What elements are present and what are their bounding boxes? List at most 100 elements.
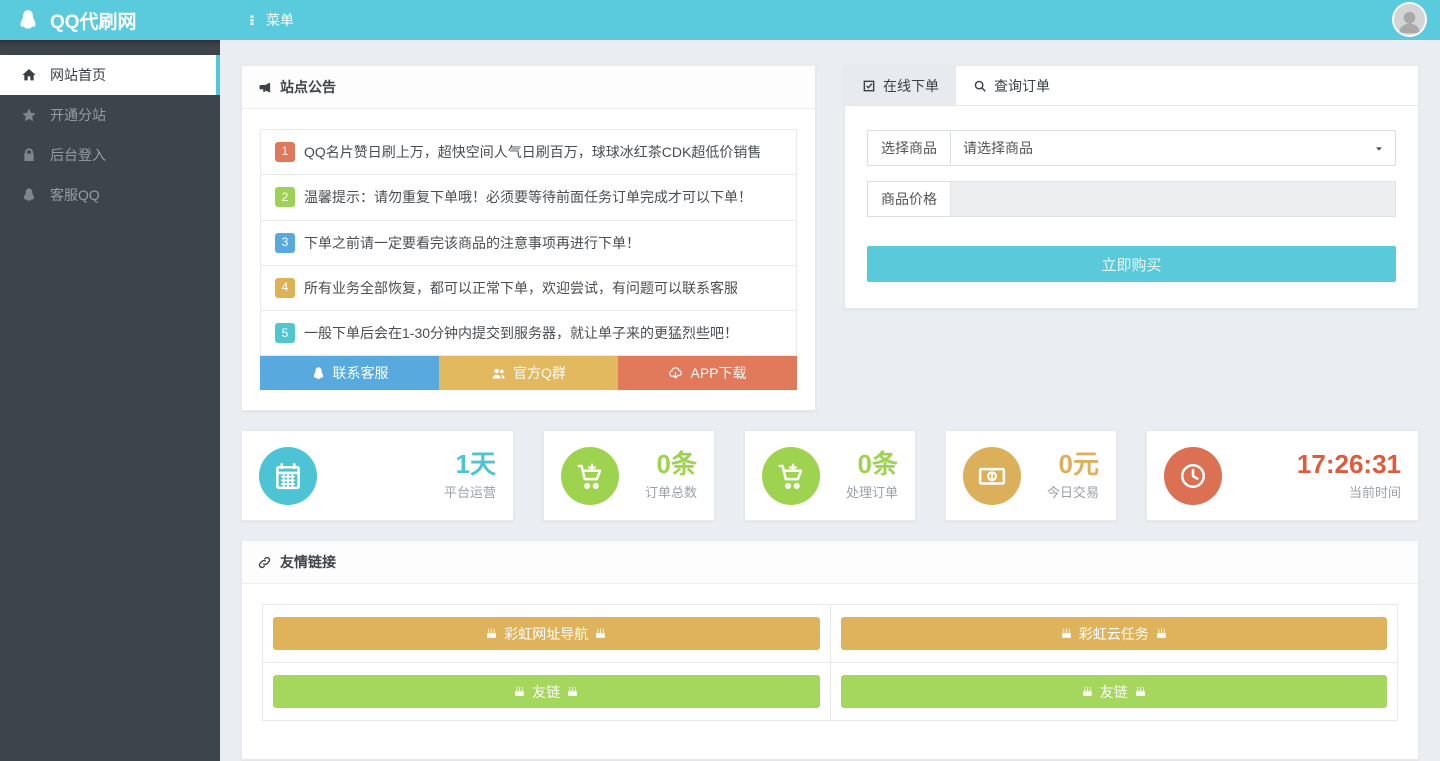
lock-icon: [21, 147, 37, 163]
stat-label: 订单总数: [645, 482, 697, 501]
stat-card-current-time: 17:26:31 当前时间: [1146, 430, 1419, 521]
announcement-buttons: 联系客服 官方Q群 APP下载: [260, 356, 797, 390]
announcement-item: 4 所有业务全部恢复，都可以正常下单，欢迎尝试，有问题可以联系客服: [261, 266, 796, 311]
price-label: 商品价格: [867, 181, 950, 217]
product-select-group: 选择商品 请选择商品: [867, 130, 1396, 166]
official-qq-group-button[interactable]: 官方Q群: [439, 356, 618, 390]
bullhorn-icon: [257, 80, 272, 95]
buy-now-button[interactable]: 立即购买: [867, 246, 1396, 282]
top-bar: QQ代刷网 菜单: [0, 0, 1440, 40]
announcement-item: 1 QQ名片赞日刷上万，超快空间人气日刷百万，球球冰红茶CDK超低价销售: [261, 130, 796, 175]
price-input: [950, 181, 1396, 217]
friend-links-header: 友情链接: [242, 541, 1418, 584]
stat-value: 0元: [1047, 451, 1099, 478]
home-icon: [21, 67, 37, 83]
stat-label: 平台运营: [444, 482, 496, 501]
brand-title: QQ代刷网: [50, 7, 137, 34]
announcement-text: 所有业务全部恢复，都可以正常下单，欢迎尝试，有问题可以联系客服: [304, 278, 738, 298]
announcement-item: 3 下单之前请一定要看完该商品的注意事项再进行下单！: [261, 221, 796, 266]
app-download-label: APP下载: [690, 363, 746, 383]
sidebar-item-service-qq[interactable]: 客服QQ: [0, 175, 220, 215]
stat-label: 今日交易: [1047, 482, 1099, 501]
link-button-friend-1[interactable]: 友链: [273, 675, 820, 708]
friend-links-body: 彩虹网址导航 彩虹云任务: [242, 584, 1418, 759]
tab-online-order[interactable]: 在线下单: [845, 66, 956, 105]
cart-plus-icon: [561, 447, 619, 505]
sidebar-item-label: 网站首页: [50, 65, 106, 85]
sidebar-item-admin-login[interactable]: 后台登入: [0, 135, 220, 175]
link-cell: 友链: [263, 663, 831, 721]
link-button-friend-2[interactable]: 友链: [841, 675, 1388, 708]
qq-icon: [21, 187, 37, 203]
announcement-title: 站点公告: [280, 77, 336, 97]
contact-service-label: 联系客服: [333, 363, 389, 383]
announcement-header: 站点公告: [242, 66, 815, 109]
announcement-body: 1 QQ名片赞日刷上万，超快空间人气日刷百万，球球冰红茶CDK超低价销售 2 温…: [242, 109, 815, 410]
cake-icon: [513, 685, 526, 698]
announcement-number-badge: 5: [275, 323, 295, 343]
link-button-rainbow-cloud-task[interactable]: 彩虹云任务: [841, 617, 1388, 650]
person-icon: [1394, 6, 1425, 37]
caret-down-icon: [1374, 144, 1384, 154]
product-select-value: 请选择商品: [963, 138, 1033, 158]
announcement-list: 1 QQ名片赞日刷上万，超快空间人气日刷百万，球球冰红茶CDK超低价销售 2 温…: [260, 129, 797, 356]
user-avatar[interactable]: [1392, 2, 1427, 37]
announcement-text: 一般下单后会在1-30分钟内提交到服务器，就让单子来的更猛烈些吧！: [304, 323, 738, 343]
menu-toggle[interactable]: 菜单: [236, 0, 304, 40]
link-cell: 友链: [830, 663, 1398, 721]
menu-icon: [246, 13, 258, 27]
clock-icon: [1164, 447, 1222, 505]
stat-card-processing-orders: 0条 处理订单: [744, 430, 916, 521]
announcement-panel: 站点公告 1 QQ名片赞日刷上万，超快空间人气日刷百万，球球冰红茶CDK超低价销…: [241, 65, 816, 411]
money-icon: [963, 447, 1021, 505]
stat-label: 当前时间: [1297, 482, 1401, 501]
friend-links-panel: 友情链接 彩虹网址导航 彩虹云任务: [241, 540, 1419, 760]
price-group: 商品价格: [867, 181, 1396, 217]
cake-icon: [1155, 627, 1168, 640]
cake-icon: [1134, 685, 1147, 698]
friend-links-table: 彩虹网址导航 彩虹云任务: [262, 604, 1398, 721]
order-form: 选择商品 请选择商品 商品价格 立即购买: [845, 106, 1418, 308]
stat-value: 0条: [645, 451, 697, 478]
friend-links-title: 友情链接: [280, 552, 336, 572]
star-icon: [21, 107, 37, 123]
stat-value: 1天: [444, 451, 496, 478]
announcement-text: 温馨提示：请勿重复下单哦！必须要等待前面任务订单完成才可以下单！: [304, 187, 752, 207]
sidebar-item-label: 后台登入: [50, 145, 106, 165]
sidebar-item-label: 客服QQ: [50, 185, 100, 205]
users-icon: [491, 366, 506, 381]
link-button-rainbow-nav[interactable]: 彩虹网址导航: [273, 617, 820, 650]
current-time-value: 17:26:31: [1297, 451, 1401, 478]
tab-query-order-label: 查询订单: [994, 76, 1050, 96]
app-download-button[interactable]: APP下载: [618, 356, 797, 390]
cake-icon: [594, 627, 607, 640]
qq-icon: [311, 366, 326, 381]
sidebar-item-open-branch[interactable]: 开通分站: [0, 95, 220, 135]
check-square-icon: [862, 79, 876, 93]
tab-query-order[interactable]: 查询订单: [956, 66, 1067, 105]
cart-plus-icon: [762, 447, 820, 505]
sidebar-item-label: 开通分站: [50, 105, 106, 125]
product-select-label: 选择商品: [867, 130, 950, 166]
cloud-download-icon: [668, 366, 683, 381]
stats-row: 1天 平台运营 0条 订单总数 0条 处理订单 0元 今日交易: [241, 430, 1419, 521]
stat-label: 处理订单: [846, 482, 898, 501]
sidebar-item-home[interactable]: 网站首页: [0, 55, 220, 95]
main-content: 站点公告 1 QQ名片赞日刷上万，超快空间人气日刷百万，球球冰红茶CDK超低价销…: [220, 40, 1440, 761]
menu-label: 菜单: [266, 10, 294, 30]
link-icon: [257, 555, 272, 570]
calendar-icon: [259, 447, 317, 505]
stat-value: 0条: [846, 451, 898, 478]
contact-service-button[interactable]: 联系客服: [260, 356, 439, 390]
announcement-text: QQ名片赞日刷上万，超快空间人气日刷百万，球球冰红茶CDK超低价销售: [304, 142, 761, 162]
official-qq-group-label: 官方Q群: [513, 363, 566, 383]
announcement-number-badge: 4: [275, 278, 295, 298]
link-cell: 彩虹网址导航: [263, 605, 831, 663]
link-cell: 彩虹云任务: [830, 605, 1398, 663]
announcement-item: 2 温馨提示：请勿重复下单哦！必须要等待前面任务订单完成才可以下单！: [261, 175, 796, 220]
stat-card-today-trade: 0元 今日交易: [945, 430, 1117, 521]
order-panel: 在线下单 查询订单 选择商品 请选择商品 商品价格: [844, 65, 1419, 309]
product-select[interactable]: 请选择商品: [950, 130, 1396, 166]
link-label: 彩虹云任务: [1079, 624, 1149, 644]
search-icon: [973, 79, 987, 93]
